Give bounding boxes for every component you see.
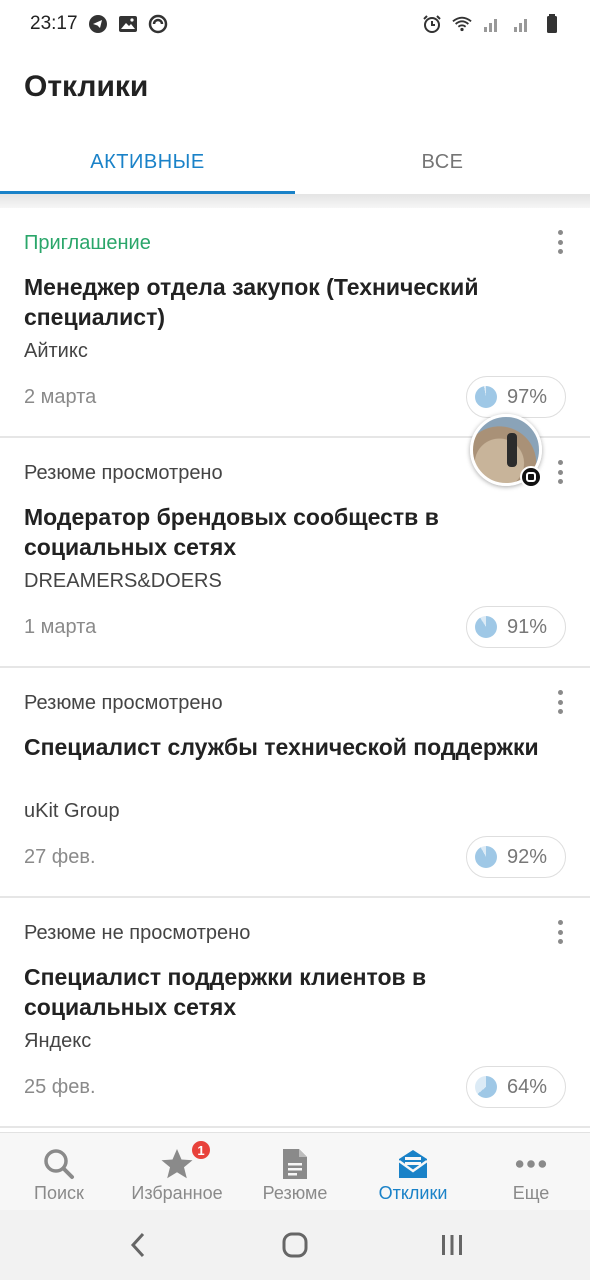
match-pie-icon	[475, 386, 497, 408]
match-badge: 91%	[466, 606, 566, 648]
nav-label: Отклики	[378, 1183, 448, 1203]
company-name: Яндекс	[24, 1030, 92, 1052]
document-icon	[278, 1147, 312, 1181]
match-badge: 92%	[466, 836, 566, 878]
favorites-badge: 1	[190, 1139, 212, 1161]
star-icon	[160, 1147, 194, 1181]
status-left: 23:17	[30, 13, 168, 35]
tabs-divider	[0, 194, 590, 208]
sync-icon	[148, 14, 168, 34]
responses-list: Приглашение Менеджер отдела закупок (Тех…	[0, 208, 590, 1128]
tab-active[interactable]: АКТИВНЫЕ	[0, 130, 295, 194]
inbox-icon	[396, 1147, 430, 1181]
signal-icon	[512, 14, 532, 34]
vacancy-title: Модератор брендовых сообществ в социальн…	[24, 504, 439, 560]
response-card[interactable]: Резюме не просмотрено Специалист поддерж…	[0, 898, 590, 1128]
search-icon	[42, 1147, 76, 1181]
vacancy-title: Специалист службы технической поддержки	[24, 734, 539, 760]
instagram-icon	[520, 466, 542, 488]
bottom-nav: Поиск 1 Избранное Резюме Отклики Еще	[0, 1132, 590, 1210]
more-vert-icon[interactable]	[550, 918, 570, 946]
response-date: 25 фев.	[24, 1076, 96, 1098]
nav-resume[interactable]: Резюме	[236, 1133, 354, 1210]
company-name: DREAMERS&DOERS	[24, 570, 222, 592]
more-vert-icon[interactable]	[550, 688, 570, 716]
nav-responses[interactable]: Отклики	[354, 1133, 472, 1210]
nav-more[interactable]: Еще	[472, 1133, 590, 1210]
battery-icon	[542, 14, 562, 34]
nav-label: Избранное	[131, 1183, 223, 1203]
nav-label: Еще	[512, 1183, 550, 1203]
match-pie-icon	[475, 616, 497, 638]
company-name: uKit Group	[24, 800, 120, 822]
back-icon[interactable]	[118, 1225, 158, 1265]
response-date: 27 фев.	[24, 846, 96, 868]
tab-all[interactable]: ВСЕ	[295, 130, 590, 194]
system-nav	[0, 1210, 590, 1280]
home-icon[interactable]	[275, 1225, 315, 1265]
wifi-icon	[452, 14, 472, 34]
avatar-figure	[507, 433, 517, 467]
recents-icon[interactable]	[432, 1225, 472, 1265]
nav-favorites[interactable]: 1 Избранное	[118, 1133, 236, 1210]
match-percent: 97%	[507, 385, 548, 408]
vacancy-title: Менеджер отдела закупок (Технический спе…	[24, 274, 479, 330]
response-status: Резюме не просмотрено	[24, 922, 251, 944]
nav-search[interactable]: Поиск	[0, 1133, 118, 1210]
page-title: Отклики	[24, 70, 149, 103]
match-badge: 97%	[466, 376, 566, 418]
match-pie-icon	[475, 846, 497, 868]
status-bar: 23:17	[0, 0, 590, 48]
telegram-icon	[88, 14, 108, 34]
vacancy-title: Специалист поддержки клиентов в социальн…	[24, 964, 427, 1020]
signal-icon	[482, 14, 502, 34]
match-percent: 91%	[507, 615, 548, 638]
match-percent: 92%	[507, 845, 548, 868]
response-card[interactable]: Резюме просмотрено Специалист службы тех…	[0, 668, 590, 898]
more-icon	[514, 1147, 548, 1181]
status-time: 23:17	[30, 13, 78, 34]
match-percent: 64%	[507, 1075, 548, 1098]
response-card[interactable]: Приглашение Менеджер отдела закупок (Тех…	[0, 208, 590, 438]
alarm-icon	[422, 14, 442, 34]
match-pie-icon	[475, 1076, 497, 1098]
status-right	[422, 14, 562, 34]
response-status: Резюме просмотрено	[24, 462, 223, 484]
response-status: Резюме просмотрено	[24, 692, 223, 714]
response-date: 1 марта	[24, 616, 97, 638]
nav-label: Резюме	[262, 1183, 328, 1203]
image-icon	[118, 14, 138, 34]
company-name: Айтикс	[24, 340, 88, 362]
nav-label: Поиск	[34, 1183, 84, 1203]
more-vert-icon[interactable]	[550, 458, 570, 486]
response-date: 2 марта	[24, 386, 97, 408]
tabs: АКТИВНЫЕ ВСЕ	[0, 130, 590, 194]
more-vert-icon[interactable]	[550, 228, 570, 256]
response-status: Приглашение	[24, 232, 151, 254]
match-badge: 64%	[466, 1066, 566, 1108]
